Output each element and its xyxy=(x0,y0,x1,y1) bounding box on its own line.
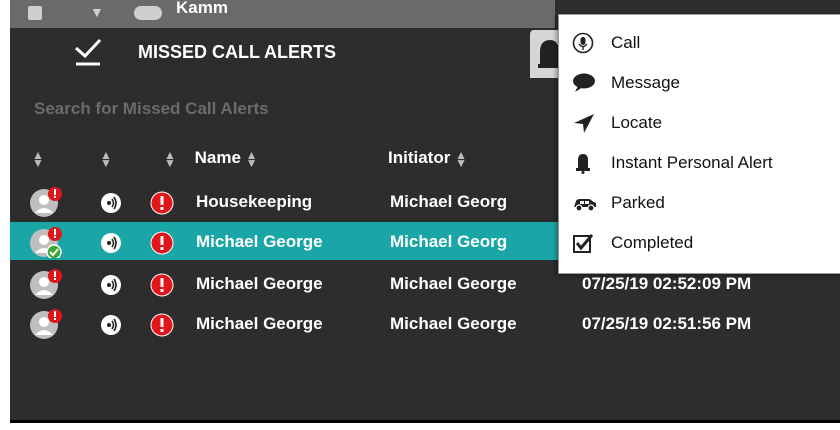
row-name: Michael George xyxy=(196,232,323,251)
row-name: Michael George xyxy=(196,274,323,293)
sort-icon: ▲ ▼ xyxy=(32,147,44,170)
missed-call-alerts-panel: ▼ Kamm MISSED CALL ALERTS ▲▼ ▲▼ ▲▼ Name … xyxy=(10,0,840,423)
menu-item-message[interactable]: Message xyxy=(571,69,840,97)
menu-item-parked[interactable]: Parked xyxy=(571,189,840,217)
row-initiator: Michael Georg xyxy=(390,232,508,251)
car-icon xyxy=(574,199,596,212)
checkmark-icon xyxy=(75,38,102,66)
alert-icon xyxy=(150,231,174,255)
menu-item-locate[interactable]: Locate xyxy=(571,109,840,137)
checkbox-icon xyxy=(573,234,594,253)
checkbox-icon[interactable] xyxy=(28,6,42,20)
group-avatar-icon xyxy=(30,187,62,217)
row-name: Housekeeping xyxy=(196,192,313,211)
radio-signal-icon xyxy=(101,275,121,295)
user-avatar-icon xyxy=(30,309,62,339)
column-header-name[interactable]: ▲ ▼ Name ▲ ▼ xyxy=(164,148,258,172)
column-initiator-label: Initiator xyxy=(388,148,451,167)
user-avatar-icon xyxy=(30,227,62,258)
sort-column-status[interactable]: ▲ ▼ xyxy=(32,148,44,172)
radio-signal-icon xyxy=(101,233,121,253)
panel-header: MISSED CALL ALERTS xyxy=(10,28,555,78)
menu-item-label: Completed xyxy=(611,233,694,252)
row-name: Michael George xyxy=(196,314,323,333)
sort-column-type[interactable]: ▲ ▼ xyxy=(100,148,112,172)
search-input[interactable] xyxy=(32,96,456,122)
row-initiator: Michael George xyxy=(390,274,517,293)
alert-icon xyxy=(150,313,174,337)
alert-icon xyxy=(150,191,174,215)
column-header-initiator[interactable]: Initiator ▲ ▼ xyxy=(388,148,467,172)
menu-item-label: Instant Personal Alert xyxy=(611,153,773,172)
bell-icon xyxy=(576,154,590,174)
sort-icon: ▼ xyxy=(90,4,104,20)
menu-item-label: Call xyxy=(611,33,641,52)
panel-title: MISSED CALL ALERTS xyxy=(138,42,337,62)
menu-item-instant-personal-alert[interactable]: Instant Personal Alert xyxy=(571,149,840,177)
sort-icon: ▲ ▼ xyxy=(164,147,176,170)
microphone-icon xyxy=(572,32,594,54)
sort-icon: ▲ ▼ xyxy=(245,147,258,170)
sort-icon: ▲ ▼ xyxy=(100,147,112,170)
radio-signal-icon xyxy=(101,315,121,335)
row-time: 07/25/19 02:51:56 PM xyxy=(582,314,752,333)
row-initiator: Michael George xyxy=(390,314,517,333)
user-avatar-icon xyxy=(30,269,62,299)
sort-icon: ▲ ▼ xyxy=(455,147,467,170)
avatar xyxy=(134,6,162,20)
column-name-label: Name xyxy=(194,148,241,167)
peek-name-text: Kamm xyxy=(176,0,228,17)
radio-signal-icon xyxy=(101,193,121,213)
menu-item-label: Message xyxy=(611,73,680,92)
previous-panel-strip: ▼ Kamm xyxy=(10,0,555,28)
row-initiator: Michael Georg xyxy=(390,192,508,211)
menu-item-label: Parked xyxy=(611,193,665,212)
row-time: 07/25/19 02:52:09 PM xyxy=(582,274,752,293)
context-menu: Call Message Locate Instant Personal Ale… xyxy=(558,14,840,274)
speech-bubble-icon xyxy=(573,73,595,92)
menu-item-call[interactable]: Call xyxy=(571,29,840,57)
alert-icon xyxy=(150,273,174,297)
location-arrow-icon xyxy=(574,114,594,133)
menu-item-completed[interactable]: Completed xyxy=(571,229,840,257)
table-row[interactable]: Michael George Michael George 07/25/19 0… xyxy=(10,304,840,342)
menu-item-label: Locate xyxy=(611,113,663,132)
